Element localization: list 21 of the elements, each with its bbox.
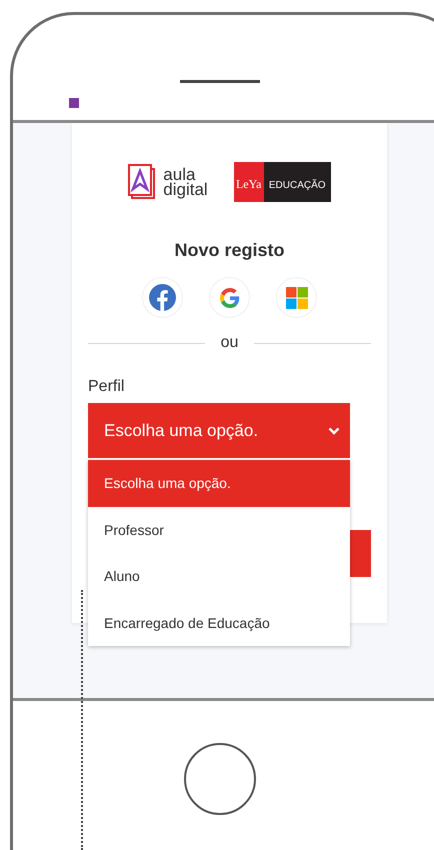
social-login-button[interactable] [276, 277, 317, 318]
square-marker [69, 98, 79, 108]
dropdown-option[interactable]: Professor [88, 506, 350, 553]
profile-select[interactable]: Escolha uma opção. [88, 403, 350, 458]
field-label: Perfil [88, 378, 126, 396]
letter-a-logo-icon [128, 164, 156, 200]
windows-logo-icon [286, 286, 308, 308]
dropdown-option[interactable]: Escolha uma opção. [88, 460, 350, 506]
page-title: Novo registo [173, 240, 286, 261]
logo-brand-text: LeYa [234, 162, 264, 202]
logo-label: EDUCAÇÃO [264, 162, 331, 202]
dropdown-option[interactable]: Encarregado de Educação [88, 600, 350, 646]
home-button[interactable] [184, 743, 256, 815]
logo-text: aula digital [163, 167, 208, 197]
divider-text: ou [220, 334, 238, 352]
social-login-button[interactable] [142, 277, 183, 318]
chevron-down-icon [328, 426, 340, 434]
google-icon [220, 288, 240, 308]
facebook-icon [149, 284, 176, 311]
dropdown-option[interactable]: Aluno [88, 553, 350, 600]
social-login-button[interactable] [209, 277, 250, 318]
